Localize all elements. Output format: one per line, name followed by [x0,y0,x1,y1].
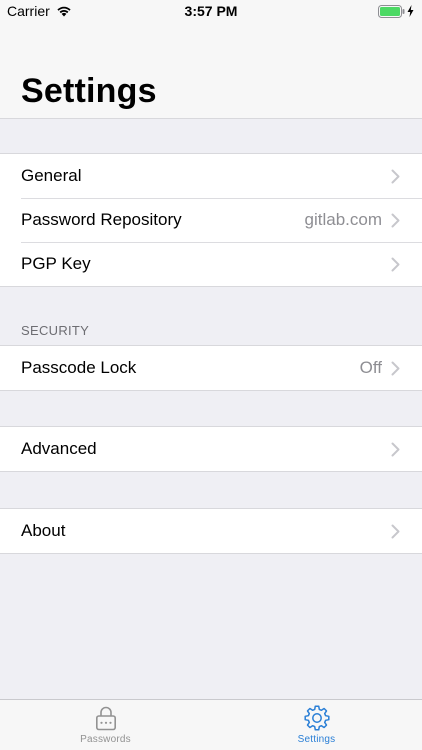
row-label: Password Repository [21,210,182,229]
chevron-right-icon [391,442,400,457]
chevron-right-icon [391,361,400,376]
chevron-right-icon [391,524,400,539]
row-general[interactable]: General [0,154,422,198]
chevron-right-icon [391,169,400,184]
charging-icon [407,5,414,17]
row-label: Passcode Lock [21,358,137,377]
battery-icon [378,4,405,18]
gear-icon [303,705,330,731]
tab-passwords[interactable]: Passwords [0,700,211,750]
row-passcode-lock[interactable]: Passcode Lock Off [0,346,422,390]
row-label: General [21,166,82,185]
tab-label: Settings [297,734,336,745]
row-pgp-key[interactable]: PGP Key [0,242,422,286]
status-time: 3:57 PM [184,3,238,19]
page-title: Settings [21,72,157,110]
section-header-security: SECURITY [21,323,90,338]
row-detail: Off [359,358,382,377]
row-advanced[interactable]: Advanced [0,427,422,471]
navigation-header: Settings [0,22,422,119]
tab-settings[interactable]: Settings [211,700,422,750]
chevron-right-icon [391,257,400,272]
row-password-repository[interactable]: Password Repository gitlab.com [0,198,422,242]
row-detail: gitlab.com [304,210,382,229]
settings-group-security: Passcode Lock Off [0,345,422,391]
row-about[interactable]: About [0,509,422,553]
tab-label: Passwords [80,734,131,745]
tab-bar: Passwords Settings [0,699,422,750]
lock-icon [94,705,118,731]
settings-group-main: General Password Repository gitlab.com P… [0,153,422,287]
settings-group-advanced: Advanced [0,426,422,472]
settings-group-about: About [0,508,422,554]
row-label: PGP Key [21,254,91,273]
status-right [378,4,414,18]
row-label: About [21,521,66,540]
row-label: Advanced [21,439,97,458]
chevron-right-icon [391,213,400,228]
status-bar: Carrier 3:57 PM [0,0,422,22]
